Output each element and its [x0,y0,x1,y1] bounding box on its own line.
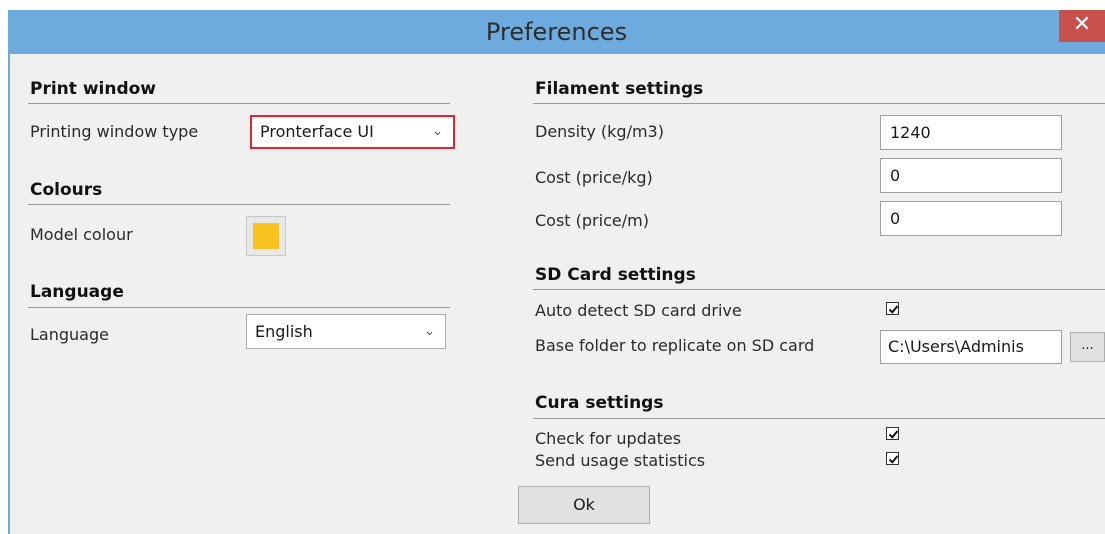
density-input[interactable]: 1240 [880,115,1062,150]
title-bar: Preferences [8,10,1105,54]
close-icon: ✕ [1072,12,1092,37]
language-heading: Language [30,282,124,302]
cost-per-m-label: Cost (price/m) [535,211,649,230]
check-updates-checkbox[interactable] [886,427,899,440]
chevron-down-icon: ⌄ [432,124,443,139]
auto-detect-sd-checkbox[interactable] [886,302,899,315]
browse-folder-button[interactable]: ... [1070,332,1105,362]
print-window-separator [28,103,450,104]
cost-per-kg-input[interactable]: 0 [880,158,1062,193]
cost-per-m-input[interactable]: 0 [880,201,1062,236]
window-title: Preferences [485,18,628,46]
checkmark-icon [888,430,899,439]
auto-detect-sd-label: Auto detect SD card drive [535,301,742,320]
filament-settings-heading: Filament settings [535,79,704,99]
checkmark-icon [888,455,899,464]
language-value: English [255,322,313,341]
chevron-down-icon: ⌄ [424,324,435,339]
printing-window-type-value: Pronterface UI [260,122,374,141]
language-separator [28,307,450,308]
language-select[interactable]: English ⌄ [246,314,446,349]
colour-swatch [253,223,279,249]
model-colour-label: Model colour [30,225,133,244]
sd-card-settings-heading: SD Card settings [535,265,696,285]
window-left-border [8,54,10,534]
send-statistics-label: Send usage statistics [535,451,706,470]
density-label: Density (kg/m3) [535,122,664,141]
base-folder-input[interactable]: C:\Users\Adminis [880,330,1062,364]
language-label: Language [30,325,109,344]
checkmark-icon [888,305,899,314]
printing-window-type-label: Printing window type [30,122,199,141]
printing-window-type-select[interactable]: Pronterface UI ⌄ [250,115,455,149]
cura-separator [533,418,1105,419]
close-button[interactable]: ✕ [1059,10,1105,42]
ok-button[interactable]: Ok [518,486,650,524]
cost-per-kg-label: Cost (price/kg) [535,168,653,187]
base-folder-label: Base folder to replicate on SD card [535,336,815,355]
print-window-heading: Print window [30,79,157,99]
model-colour-button[interactable] [246,216,286,256]
sd-card-separator [533,289,1105,290]
cura-settings-heading: Cura settings [535,393,664,413]
colours-separator [28,204,450,205]
filament-separator [533,103,1105,104]
colours-heading: Colours [30,180,103,200]
send-statistics-checkbox[interactable] [886,452,899,465]
check-updates-label: Check for updates [535,429,682,448]
